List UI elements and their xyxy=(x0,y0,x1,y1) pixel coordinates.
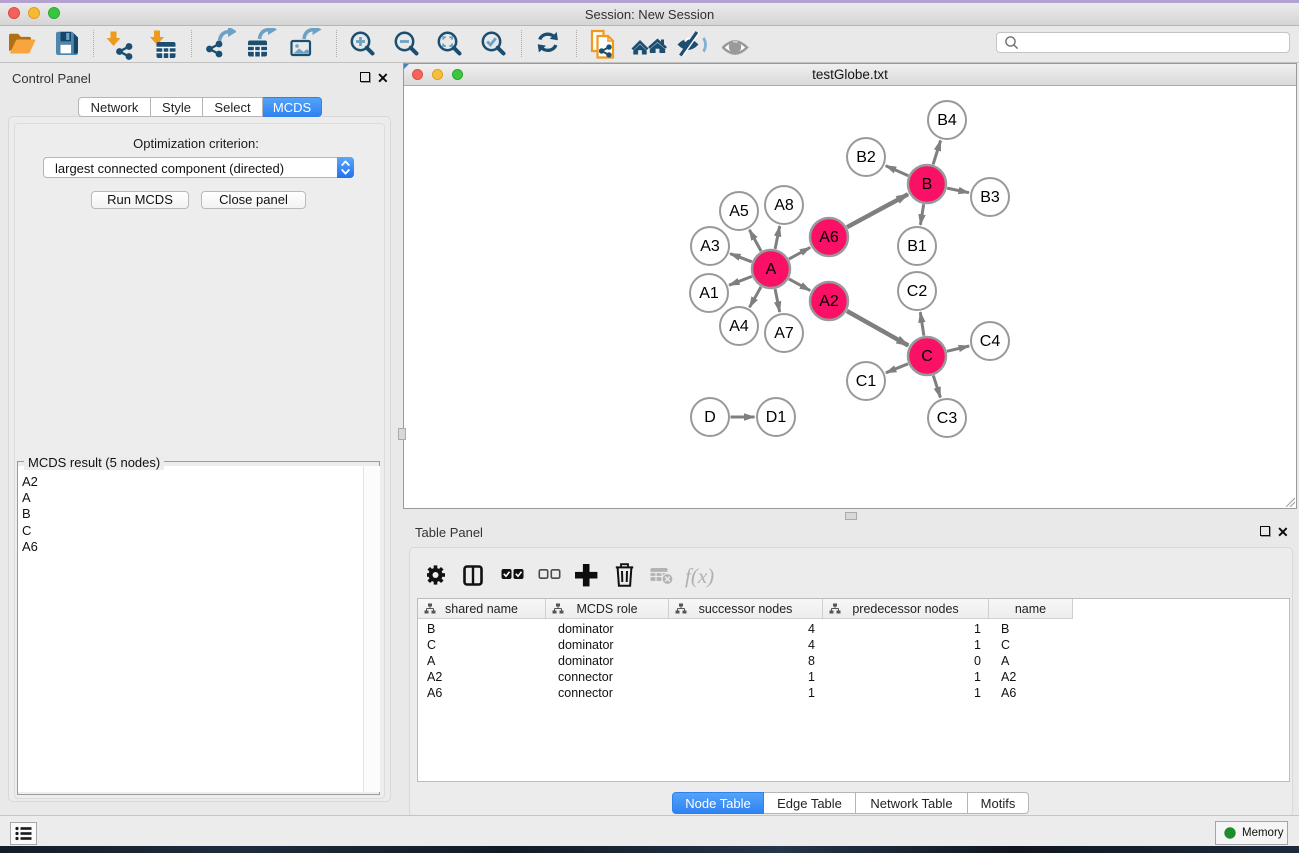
svg-text:D1: D1 xyxy=(766,409,787,426)
svg-text:A7: A7 xyxy=(774,325,794,342)
svg-text:C3: C3 xyxy=(937,410,958,427)
svg-text:B4: B4 xyxy=(937,112,957,129)
svg-text:A6: A6 xyxy=(819,229,839,246)
svg-text:A4: A4 xyxy=(729,318,749,335)
svg-text:f(x): f(x) xyxy=(685,564,714,588)
svg-text:A3: A3 xyxy=(700,238,720,255)
svg-text:A: A xyxy=(766,261,777,278)
svg-text:D: D xyxy=(704,409,716,426)
svg-text:C4: C4 xyxy=(980,333,1001,350)
svg-text:A5: A5 xyxy=(729,203,749,220)
svg-text:B1: B1 xyxy=(907,238,927,255)
svg-text:A2: A2 xyxy=(819,293,839,310)
svg-text:C: C xyxy=(921,348,933,365)
svg-text:A1: A1 xyxy=(699,285,719,302)
svg-text:B3: B3 xyxy=(980,189,1000,206)
svg-text:A8: A8 xyxy=(774,197,794,214)
svg-text:B2: B2 xyxy=(856,149,876,166)
svg-text:C2: C2 xyxy=(907,283,928,300)
svg-text:B: B xyxy=(922,176,933,193)
svg-text:C1: C1 xyxy=(856,373,877,390)
